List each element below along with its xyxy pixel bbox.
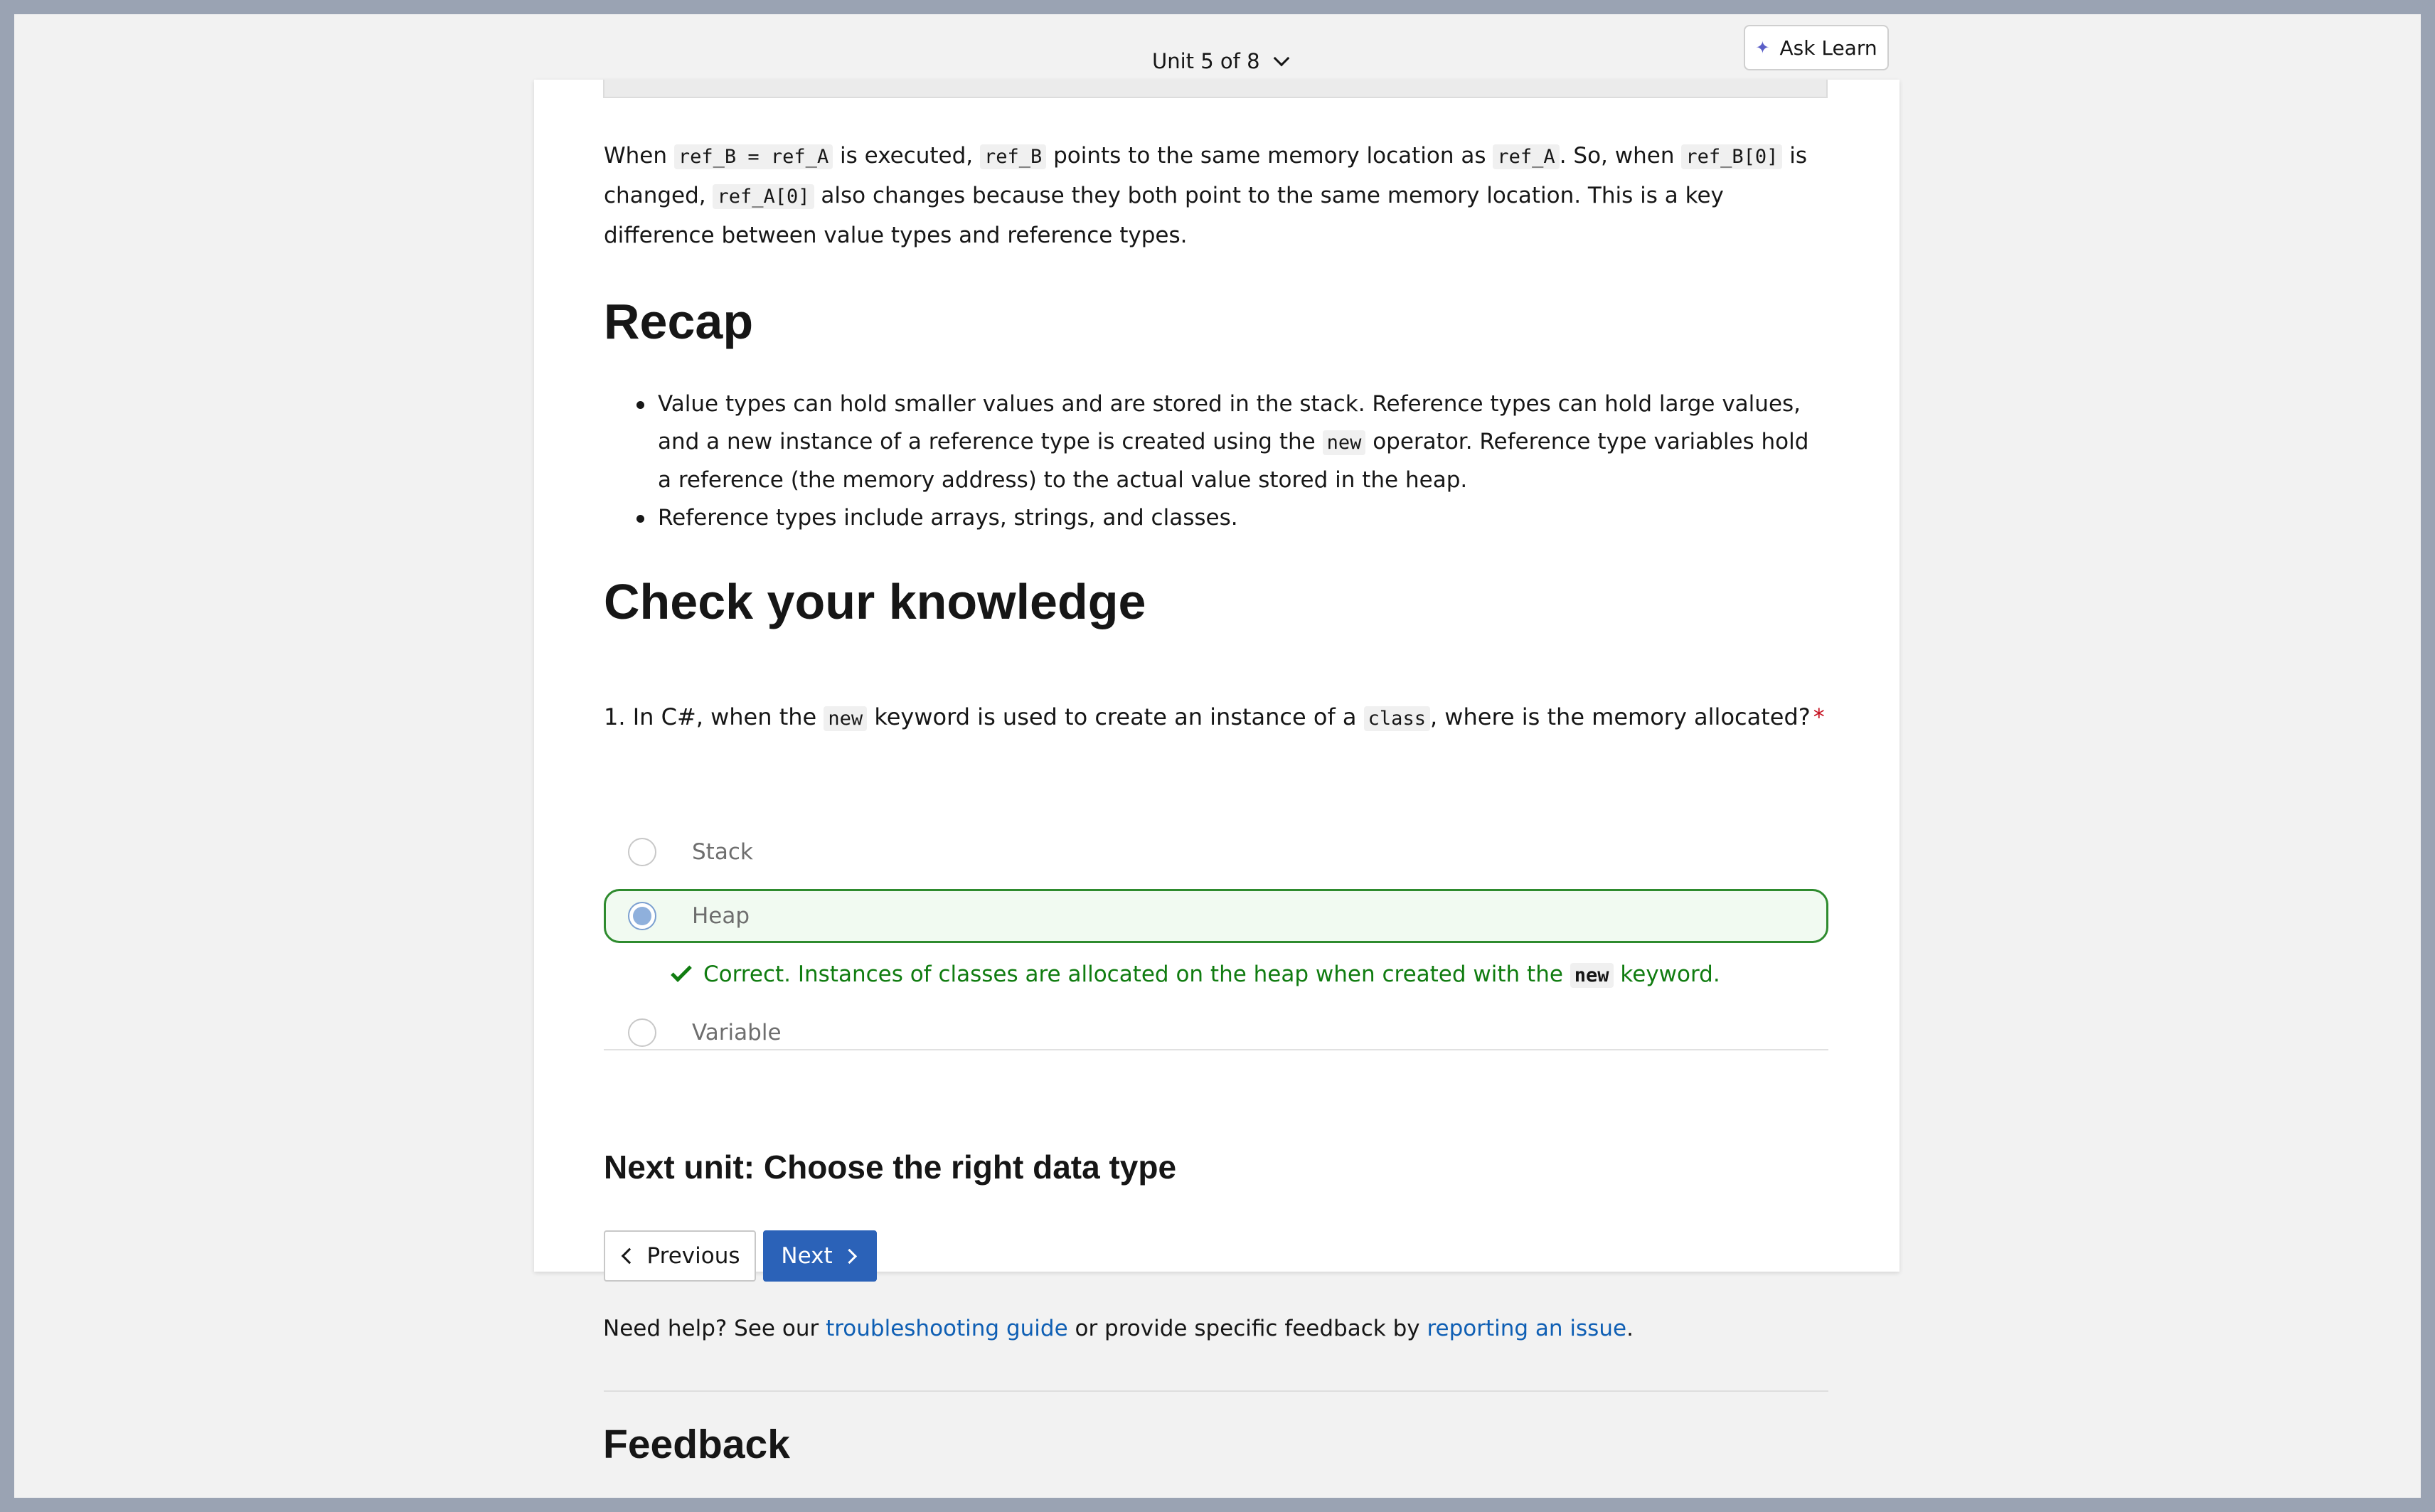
answer-option-heap[interactable]: Heap (604, 889, 1828, 943)
text: . So, when (1559, 143, 1682, 169)
option-label: Stack (692, 839, 753, 865)
next-button[interactable]: Next (763, 1230, 877, 1282)
next-label: Next (781, 1243, 833, 1269)
inline-code: new (824, 706, 868, 731)
help-text: Need help? See our troubleshooting guide… (603, 1309, 1634, 1348)
feedback-text: Correct. Instances of classes are alloca… (703, 962, 1720, 988)
text: , where is the memory allocated? (1429, 703, 1811, 730)
check-knowledge-heading: Check your knowledge (604, 574, 1146, 629)
chevron-down-icon (1273, 50, 1289, 67)
previous-button[interactable]: Previous (604, 1230, 756, 1282)
troubleshooting-guide-link[interactable]: troubleshooting guide (826, 1316, 1068, 1341)
answer-option-variable[interactable]: Variable (604, 1006, 1828, 1060)
code-block-bottom-edge (603, 80, 1828, 98)
inline-code: new (1570, 963, 1614, 988)
option-label: Variable (692, 1020, 782, 1045)
recap-heading: Recap (604, 294, 754, 349)
text: is executed, (833, 143, 980, 169)
list-item: Reference types include arrays, strings,… (636, 499, 1828, 537)
option-label: Heap (692, 903, 750, 929)
explanation-paragraph: When ref_B = ref_A is executed, ref_B po… (604, 137, 1828, 255)
radio-button[interactable] (628, 838, 656, 866)
feedback-heading: Feedback (603, 1422, 790, 1467)
divider (604, 1390, 1828, 1392)
browser-window: Unit 5 of 8 ✦ Ask Learn When ref_B = ref… (14, 14, 2421, 1498)
text: keyword is used to create an instance of… (867, 703, 1364, 730)
text: . (1626, 1316, 1634, 1341)
previous-label: Previous (646, 1243, 740, 1269)
answer-option-stack[interactable]: Stack (604, 825, 1828, 879)
unit-nav-label: Unit 5 of 8 (1152, 49, 1260, 73)
required-marker: * (1813, 703, 1825, 730)
chevron-right-icon (841, 1248, 857, 1264)
radio-button-selected[interactable] (628, 902, 656, 930)
chevron-left-icon (622, 1247, 638, 1265)
sparkle-icon: ✦ (1755, 38, 1770, 58)
text: 1. In C#, when the (604, 703, 824, 730)
answer-feedback: Correct. Instances of classes are alloca… (669, 953, 1720, 996)
inline-code: new (1322, 430, 1366, 455)
question-text: 1. In C#, when the new keyword is used t… (604, 697, 1828, 739)
ask-learn-label: Ask Learn (1779, 36, 1877, 60)
ask-learn-button[interactable]: ✦ Ask Learn (1744, 25, 1889, 70)
list-item: Value types can hold smaller values and … (636, 385, 1828, 499)
text: keyword. (1613, 962, 1720, 987)
inline-code: ref_A[0] (713, 184, 814, 209)
text: or provide specific feedback by (1067, 1316, 1427, 1341)
inline-code: class (1363, 706, 1430, 731)
inline-code: ref_B = ref_A (673, 144, 833, 169)
inline-code: ref_B (979, 144, 1047, 169)
next-unit-title: Next unit: Choose the right data type (604, 1149, 1177, 1186)
inline-code: ref_B[0] (1681, 144, 1783, 169)
radio-button[interactable] (628, 1018, 656, 1047)
checkmark-icon (671, 961, 692, 982)
inline-code: ref_A (1493, 144, 1560, 169)
text: Correct. Instances of classes are alloca… (703, 962, 1570, 987)
unit-navigation-dropdown[interactable]: Unit 5 of 8 (1152, 41, 1289, 81)
radio-dot (633, 907, 651, 925)
text: points to the same memory location as (1046, 143, 1493, 169)
divider (604, 1049, 1828, 1050)
report-issue-link[interactable]: reporting an issue (1427, 1316, 1626, 1341)
text: Need help? See our (603, 1316, 826, 1341)
text: When (604, 143, 674, 169)
text: Reference types include arrays, strings,… (658, 505, 1238, 531)
unit-content-card: When ref_B = ref_A is executed, ref_B po… (534, 80, 1899, 1282)
recap-list: Value types can hold smaller values and … (636, 385, 1828, 537)
